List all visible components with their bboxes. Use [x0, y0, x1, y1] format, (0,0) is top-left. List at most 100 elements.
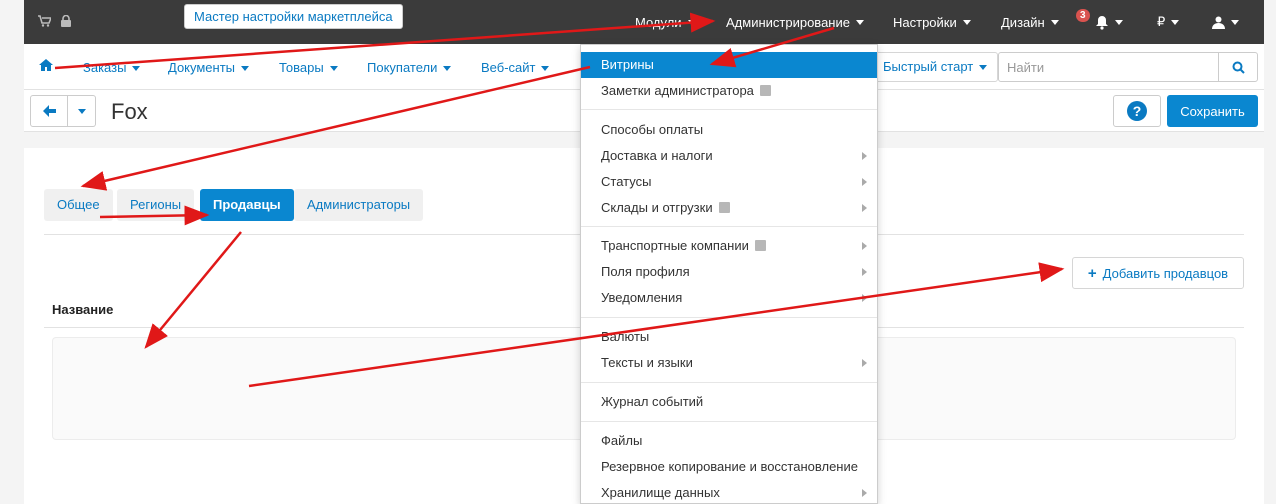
- nav-orders-label: Заказы: [83, 60, 127, 75]
- search-icon: [1232, 61, 1245, 74]
- currency-label: ₽: [1157, 14, 1166, 29]
- chevron-down-icon: [443, 66, 452, 72]
- menu-item-statuses[interactable]: Статусы: [581, 169, 877, 195]
- chevron-right-icon: [862, 489, 867, 497]
- chevron-down-icon: [241, 66, 250, 72]
- administration-dropdown: Витрины Заметки администратора Способы о…: [580, 44, 878, 504]
- nav-design[interactable]: Дизайн: [1001, 0, 1059, 44]
- nav-modules[interactable]: Модули: [635, 0, 696, 44]
- menu-item-data-storage[interactable]: Хранилище данных: [581, 480, 877, 503]
- tab-general[interactable]: Общее: [44, 189, 113, 221]
- topbar-left-icons: [38, 14, 71, 30]
- bell-icon: [1096, 15, 1108, 30]
- chevron-down-icon: [541, 66, 550, 72]
- menu-item-currencies[interactable]: Валюты: [581, 324, 877, 350]
- tab-administrators[interactable]: Администраторы: [294, 189, 424, 221]
- menu-item-texts-languages[interactable]: Тексты и языки: [581, 350, 877, 376]
- chevron-right-icon: [862, 268, 867, 276]
- column-header-name: Название: [52, 302, 114, 317]
- notifications-button[interactable]: [1095, 0, 1123, 44]
- menu-item-carriers[interactable]: Транспортные компании: [581, 233, 877, 259]
- nav-design-label: Дизайн: [1001, 14, 1045, 30]
- currency-selector[interactable]: ₽: [1157, 0, 1180, 44]
- nav-website-label: Веб-сайт: [481, 60, 536, 75]
- menu-item-admin-notes-label: Заметки администратора: [601, 83, 754, 98]
- addon-puzzle-icon: [754, 240, 766, 251]
- nav-administration-label: Администрирование: [726, 14, 850, 30]
- menu-item-statuses-label: Статусы: [601, 174, 652, 189]
- chevron-down-icon: [1171, 19, 1180, 25]
- nav-settings[interactable]: Настройки: [893, 0, 971, 44]
- chevron-down-icon: [329, 66, 338, 72]
- notification-count-badge: 3: [1076, 9, 1090, 22]
- addon-puzzle-icon: [759, 85, 771, 96]
- back-dropdown-button[interactable]: [68, 95, 96, 127]
- menu-item-backup-restore[interactable]: Резервное копирование и восстановление: [581, 454, 877, 480]
- menu-item-data-storage-label: Хранилище данных: [601, 485, 720, 500]
- home-icon[interactable]: [39, 59, 53, 74]
- help-icon: ?: [1127, 101, 1147, 121]
- menu-item-storefronts[interactable]: Витрины: [581, 52, 877, 78]
- chevron-down-icon: [1050, 19, 1059, 25]
- nav-modules-label: Модули: [635, 14, 682, 30]
- nav-website[interactable]: Веб-сайт: [481, 60, 550, 75]
- quick-start-label: Быстрый старт: [883, 59, 974, 74]
- page-title: Fox: [111, 99, 148, 124]
- nav-customers-label: Покупатели: [367, 60, 438, 75]
- addon-puzzle-icon: [718, 202, 730, 213]
- menu-item-profile-fields[interactable]: Поля профиля: [581, 259, 877, 285]
- chevron-down-icon: [77, 108, 86, 114]
- menu-item-shipping-taxes[interactable]: Доставка и налоги: [581, 143, 877, 169]
- chevron-down-icon: [1115, 19, 1123, 25]
- nav-documents-label: Документы: [168, 60, 236, 75]
- user-menu[interactable]: [1212, 0, 1239, 44]
- cart-icon[interactable]: [38, 15, 53, 30]
- menu-item-warehouses-label: Склады и отгрузки: [601, 200, 713, 215]
- nav-products[interactable]: Товары: [279, 60, 338, 75]
- nav-administration[interactable]: Администрирование: [726, 0, 864, 44]
- menu-item-admin-notes[interactable]: Заметки администратора: [581, 78, 877, 104]
- chevron-down-icon: [979, 65, 988, 71]
- menu-item-files[interactable]: Файлы: [581, 428, 877, 454]
- chevron-down-icon: [855, 19, 864, 25]
- chevron-down-icon: [687, 19, 696, 25]
- menu-item-profile-fields-label: Поля профиля: [601, 264, 690, 279]
- menu-item-shipping-taxes-label: Доставка и налоги: [601, 148, 713, 163]
- tab-vendors[interactable]: Продавцы: [200, 189, 294, 221]
- add-vendors-label: Добавить продавцов: [1102, 265, 1229, 281]
- menu-divider: [581, 226, 877, 227]
- menu-item-carriers-label: Транспортные компании: [601, 238, 749, 253]
- chevron-right-icon: [862, 178, 867, 186]
- menu-item-event-log[interactable]: Журнал событий: [581, 389, 877, 415]
- chevron-down-icon: [962, 19, 971, 25]
- chevron-right-icon: [862, 152, 867, 160]
- user-icon: [1212, 16, 1225, 29]
- plus-icon: +: [1087, 264, 1097, 282]
- chevron-right-icon: [862, 242, 867, 250]
- menu-item-notifications[interactable]: Уведомления: [581, 285, 877, 311]
- search-button[interactable]: [1218, 52, 1258, 82]
- chevron-down-icon: [132, 66, 141, 72]
- lock-icon[interactable]: [61, 14, 71, 30]
- chevron-right-icon: [862, 359, 867, 367]
- menu-item-payment-methods[interactable]: Способы оплаты: [581, 117, 877, 143]
- marketplace-wizard-link[interactable]: Мастер настройки маркетплейса: [184, 4, 403, 29]
- chevron-down-icon: [1231, 19, 1239, 25]
- menu-item-notifications-label: Уведомления: [601, 290, 683, 305]
- save-button[interactable]: Сохранить: [1167, 95, 1258, 127]
- menu-item-texts-languages-label: Тексты и языки: [601, 355, 693, 370]
- menu-item-warehouses[interactable]: Склады и отгрузки: [581, 195, 877, 221]
- search-input[interactable]: [998, 52, 1244, 82]
- help-button[interactable]: ?: [1113, 95, 1161, 127]
- nav-customers[interactable]: Покупатели: [367, 60, 452, 75]
- chevron-right-icon: [862, 294, 867, 302]
- quick-start-button[interactable]: Быстрый старт: [872, 52, 999, 82]
- menu-divider: [581, 317, 877, 318]
- nav-orders[interactable]: Заказы: [83, 60, 141, 75]
- nav-documents[interactable]: Документы: [168, 60, 250, 75]
- menu-divider: [581, 382, 877, 383]
- add-vendors-button[interactable]: + Добавить продавцов: [1072, 257, 1244, 289]
- back-button[interactable]: [30, 95, 68, 127]
- nav-products-label: Товары: [279, 60, 324, 75]
- tab-regions[interactable]: Регионы: [117, 189, 195, 221]
